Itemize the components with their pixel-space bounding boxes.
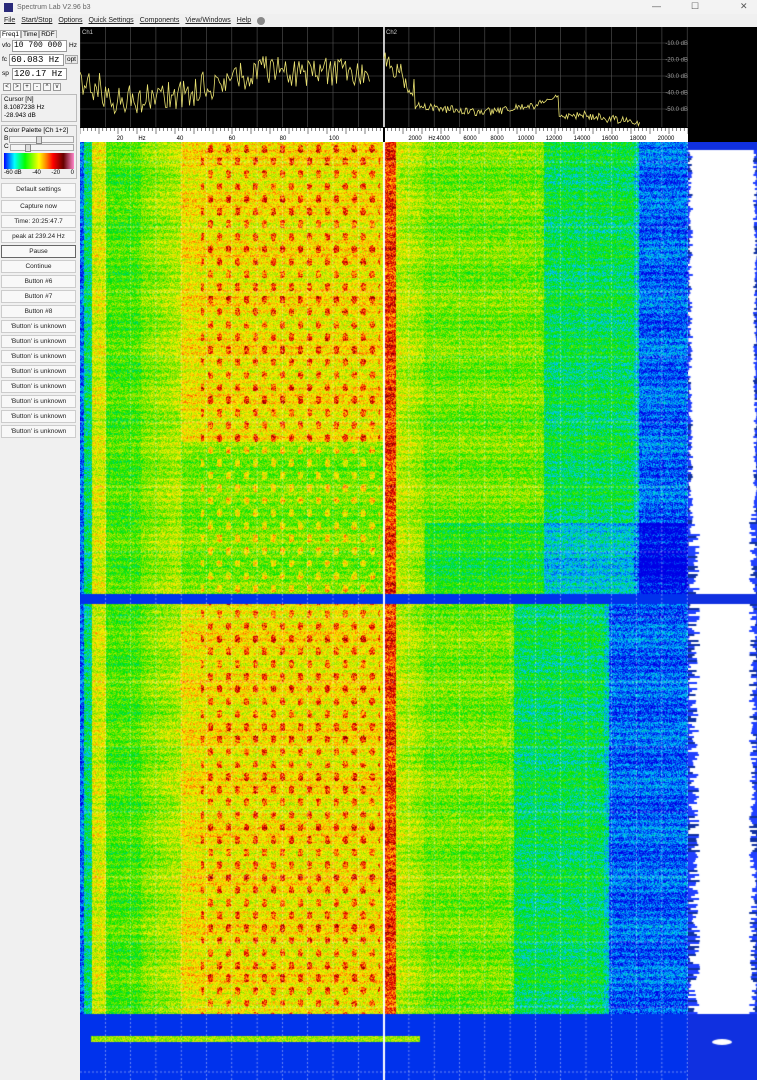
ch1-trace: [80, 56, 370, 115]
channel-divider: [383, 128, 385, 142]
palette-title: Color Palette [Ch 1+2]: [4, 127, 69, 134]
cursor-title: Cursor [N]: [4, 96, 34, 103]
menu-bar: File Start/Stop Options Quick Settings C…: [0, 14, 757, 27]
db-label: -50.0 dB: [665, 107, 688, 113]
db-label: -40.0 dB: [665, 91, 688, 97]
frequency-axis: 20 Hz 40 60 80 100 2000 Hz 4000 6000 8000 10000 1200…: [80, 127, 688, 142]
maximize-button[interactable]: ☐: [691, 1, 699, 12]
ch2-label: Ch2: [386, 30, 398, 36]
down-button[interactable]: v: [53, 83, 61, 91]
cursor-frequency: 8.1087238 Hz: [4, 104, 45, 111]
db-label: -20.0 dB: [665, 58, 688, 64]
tab-freq1[interactable]: Freq1: [0, 30, 21, 38]
palette-tick: 0: [70, 170, 74, 176]
macro-button[interactable]: 'Button' is unknown: [1, 320, 76, 333]
menu-start-stop[interactable]: Start/Stop: [21, 17, 52, 24]
macro-button[interactable]: peak at 239.24 Hz: [1, 230, 76, 243]
palette-tick: -40: [32, 170, 41, 176]
spectrum-graph[interactable]: -10.0 dB -20.0 dB -30.0 dB -40.0 dB -50.0 dB…: [80, 27, 688, 128]
color-palette-bar: [4, 153, 74, 169]
db-label: -30.0 dB: [665, 74, 688, 80]
menu-components[interactable]: Components: [140, 17, 180, 24]
db-label: -10.0 dB: [665, 41, 688, 47]
close-button[interactable]: ✕: [740, 1, 748, 12]
app-logo-icon: [4, 2, 13, 12]
vfo-input[interactable]: [12, 39, 67, 52]
control-panel: Freq1 Time RDF vfoHz fcopt sp < > + - ^ …: [0, 27, 78, 1080]
macro-button[interactable]: Button #7: [1, 290, 76, 303]
up-button[interactable]: ^: [43, 83, 51, 91]
macro-button[interactable]: Time: 20:25:47.7: [1, 215, 76, 228]
macro-button[interactable]: 'Button' is unknown: [1, 335, 76, 348]
macro-button[interactable]: Button #6: [1, 275, 76, 288]
waterfall-side-strip: [688, 142, 757, 1080]
macro-button[interactable]: 'Button' is unknown: [1, 395, 76, 408]
macro-button[interactable]: 'Button' is unknown: [1, 365, 76, 378]
shift-left-button[interactable]: <: [3, 83, 11, 91]
spectrum-graph-margin: [688, 27, 757, 142]
color-palette-group: Color Palette [Ch 1+2] B C -60 dB -40 -2…: [1, 125, 77, 179]
macro-button[interactable]: Pause: [1, 245, 76, 258]
ch1-label: Ch1: [82, 30, 94, 36]
tab-rdf[interactable]: RDF: [39, 30, 57, 38]
brightness-label: B: [4, 135, 9, 142]
macro-button[interactable]: Capture now: [1, 200, 76, 213]
macro-button[interactable]: 'Button' is unknown: [1, 350, 76, 363]
sp-label: sp: [2, 70, 9, 77]
menu-quick-settings[interactable]: Quick Settings: [89, 17, 134, 24]
status-indicator-icon: [257, 16, 266, 25]
cursor-group: Cursor [N] 8.1087238 Hz -28.943 dB: [1, 94, 77, 122]
sp-input[interactable]: [12, 67, 67, 80]
waterfall-spectrogram[interactable]: [80, 142, 688, 1080]
fc-input[interactable]: [8, 53, 64, 66]
zoom-out-button[interactable]: -: [33, 83, 41, 91]
opt-button[interactable]: opt: [64, 55, 78, 64]
macro-button[interactable]: 'Button' is unknown: [1, 425, 76, 438]
minimize-button[interactable]: —: [652, 1, 661, 11]
vfo-unit: Hz: [69, 42, 77, 49]
vfo-label: vfo: [2, 42, 11, 49]
contrast-slider[interactable]: [9, 143, 74, 152]
menu-file[interactable]: File: [4, 17, 15, 24]
cursor-level: -28.943 dB: [4, 112, 36, 119]
palette-tick: -20: [51, 170, 61, 176]
title-bar: Spectrum Lab V2.96 b3 — ☐ ✕: [0, 0, 757, 14]
ch2-trace: [383, 52, 640, 128]
macro-button[interactable]: 'Button' is unknown: [1, 380, 76, 393]
macro-button[interactable]: Default settings: [1, 183, 76, 198]
window-title: Spectrum Lab V2.96 b3: [17, 3, 91, 11]
menu-view-windows[interactable]: View/Windows: [185, 17, 230, 24]
macro-button[interactable]: 'Button' is unknown: [1, 410, 76, 423]
menu-help[interactable]: Help: [237, 17, 251, 24]
tab-time[interactable]: Time: [20, 30, 40, 38]
palette-tick: -60 dB: [4, 170, 22, 176]
zoom-in-button[interactable]: +: [23, 83, 31, 91]
contrast-label: C: [4, 143, 9, 150]
shift-right-button[interactable]: >: [13, 83, 21, 91]
macro-button[interactable]: Button #8: [1, 305, 76, 318]
macro-button[interactable]: Continue: [1, 260, 76, 273]
fc-label: fc: [2, 56, 8, 63]
brightness-slider[interactable]: [9, 135, 74, 144]
menu-options[interactable]: Options: [58, 17, 82, 24]
